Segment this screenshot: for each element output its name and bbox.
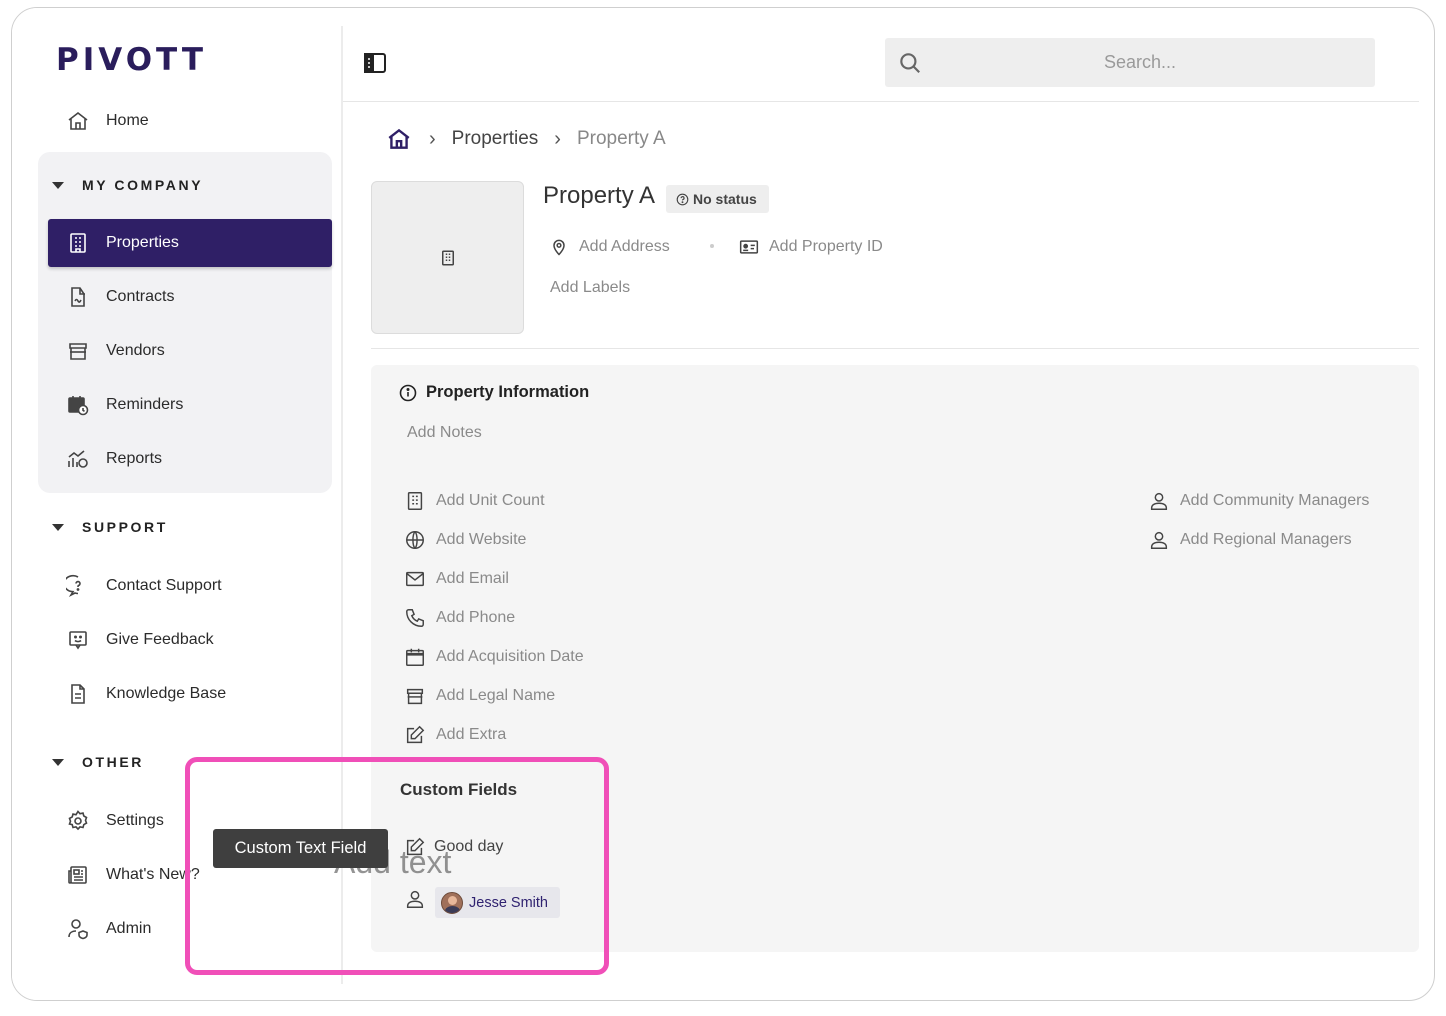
status-badge[interactable]: No status: [666, 185, 769, 213]
edit-icon: [406, 725, 425, 744]
sidebar-item-label: Reports: [106, 450, 163, 467]
sidebar-item-label: Contracts: [106, 288, 175, 305]
building-icon: [70, 233, 86, 253]
logo: PIVOTT: [56, 42, 208, 78]
sidebar-item-label: Home: [106, 112, 149, 129]
chevron-right-icon: ›: [554, 127, 561, 150]
chat-question-icon: [66, 574, 81, 597]
sidebar-item-contact-support[interactable]: Contact Support: [48, 562, 332, 610]
contract-icon: [71, 287, 85, 307]
newspaper-icon: [68, 866, 87, 884]
sidebar-item-contracts[interactable]: Contracts: [48, 273, 332, 321]
add-address-button[interactable]: Add Address: [549, 237, 670, 257]
section-my-company[interactable]: MY COMPANY: [52, 177, 203, 193]
add-acquisition-date-button[interactable]: Add Acquisition Date: [404, 646, 584, 668]
section-other[interactable]: OTHER: [52, 754, 144, 770]
header-divider: [371, 348, 1419, 349]
store-icon: [69, 343, 87, 360]
admin-user-icon: [68, 919, 88, 940]
add-legal-name-button[interactable]: Add Legal Name: [404, 685, 555, 707]
add-email-button[interactable]: Add Email: [404, 568, 509, 590]
sidebar-item-label: Admin: [106, 920, 152, 937]
phone-icon: [406, 609, 424, 627]
sidebar-item-label: Vendors: [106, 342, 165, 359]
add-website-button[interactable]: Add Website: [404, 529, 526, 551]
separator-dot: [710, 244, 714, 248]
question-circle-icon: [676, 193, 689, 205]
add-notes-button[interactable]: Add Notes: [407, 424, 482, 442]
property-image-placeholder[interactable]: [371, 181, 524, 334]
breadcrumb: › Properties › Property A: [385, 126, 666, 152]
sidebar-item-knowledge-base[interactable]: Knowledge Base: [48, 670, 332, 718]
section-support[interactable]: SUPPORT: [52, 519, 168, 535]
panel-title: Property Information: [399, 383, 589, 402]
store-icon: [406, 688, 424, 705]
add-regional-managers-button[interactable]: Add Regional Managers: [1148, 529, 1352, 551]
sidebar-item-label: Properties: [106, 234, 179, 251]
search-icon: [900, 53, 920, 73]
mail-icon: [406, 571, 424, 587]
chart-icon: [68, 450, 88, 468]
document-icon: [71, 684, 85, 704]
sidebar-item-reports[interactable]: Reports: [48, 435, 332, 483]
calendar-clock-icon: [68, 396, 89, 416]
sidebar-item-vendors[interactable]: Vendors: [48, 327, 332, 375]
sidebar-item-give-feedback[interactable]: Give Feedback: [48, 616, 332, 664]
page-title: Property A: [543, 182, 656, 209]
sidebar-item-label: Reminders: [106, 396, 184, 413]
caret-down-icon: [52, 181, 64, 189]
globe-icon: [406, 531, 424, 549]
app-window: PIVOTT Home MY COMPANY Properties Contra…: [11, 7, 1435, 1001]
search-input[interactable]: [925, 38, 1355, 87]
add-phone-button[interactable]: Add Phone: [404, 607, 515, 629]
top-divider: [343, 101, 1419, 102]
calendar-icon: [406, 648, 424, 666]
building-icon: [441, 250, 454, 265]
caret-down-icon: [52, 758, 64, 766]
add-community-managers-button[interactable]: Add Community Managers: [1148, 490, 1369, 512]
sidebar-item-home[interactable]: Home: [48, 97, 332, 145]
search-bar[interactable]: [885, 38, 1375, 87]
sidebar-toggle-icon[interactable]: [363, 52, 387, 74]
sidebar-item-label: Knowledge Base: [106, 685, 227, 702]
add-property-id-button[interactable]: Add Property ID: [739, 237, 883, 257]
feedback-icon: [69, 631, 87, 650]
sidebar-item-label: Contact Support: [106, 577, 222, 594]
user-icon: [1150, 492, 1168, 510]
highlight-box: [185, 757, 609, 975]
id-card-icon: [739, 240, 759, 254]
home-icon: [68, 111, 88, 130]
sidebar-item-label: Settings: [106, 812, 164, 829]
add-extra-button[interactable]: Add Extra: [404, 724, 506, 746]
add-labels-button[interactable]: Add Labels: [550, 279, 630, 297]
sidebar-item-reminders[interactable]: Reminders: [48, 381, 332, 429]
breadcrumb-properties[interactable]: Properties: [452, 128, 539, 150]
info-icon: [399, 384, 417, 401]
chevron-right-icon: ›: [429, 127, 436, 150]
gear-icon: [68, 810, 88, 831]
building-icon: [407, 492, 423, 510]
sidebar-item-properties[interactable]: Properties: [48, 219, 332, 267]
caret-down-icon: [52, 523, 64, 531]
breadcrumb-current: Property A: [576, 128, 666, 149]
sidebar-item-label: Give Feedback: [106, 631, 214, 648]
add-unit-count-button[interactable]: Add Unit Count: [404, 490, 545, 512]
user-icon: [1150, 531, 1168, 549]
home-icon[interactable]: [385, 126, 413, 152]
location-pin-icon: [553, 239, 565, 256]
